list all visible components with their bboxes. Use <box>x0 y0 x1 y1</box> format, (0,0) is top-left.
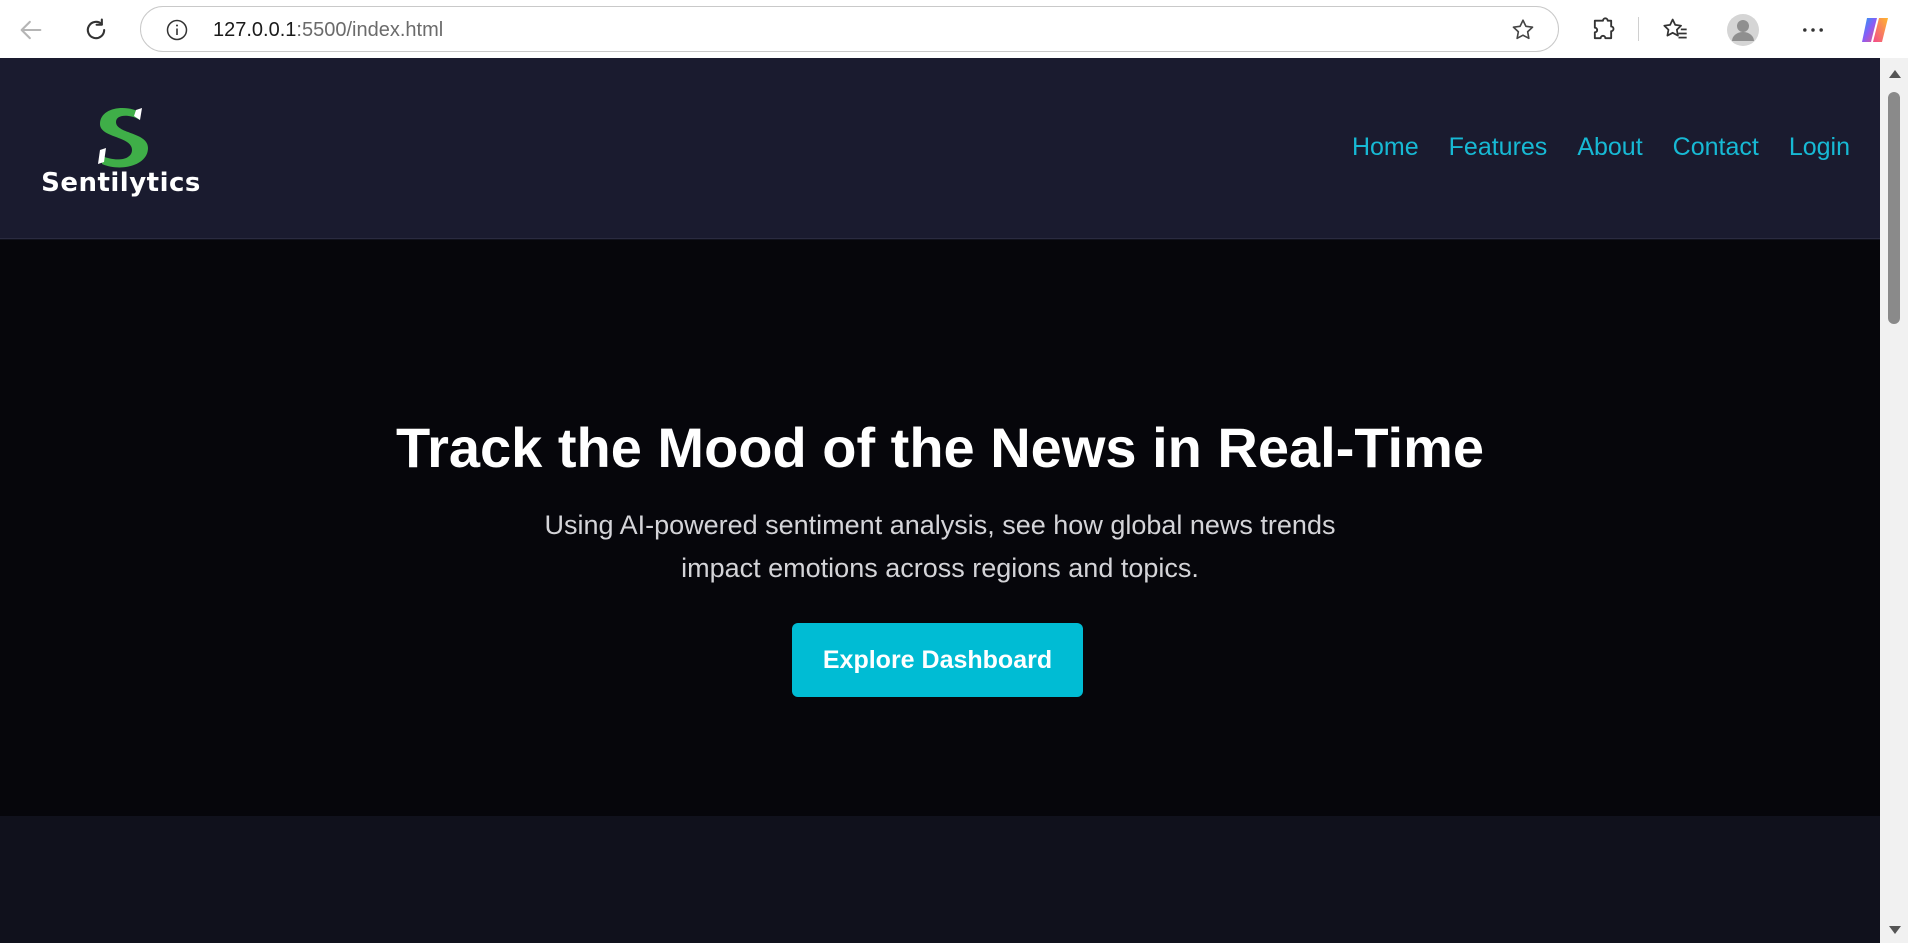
hero-title: Track the Mood of the News in Real-Time <box>395 416 1485 479</box>
logo-text: Sentilytics <box>41 168 201 198</box>
nav-features[interactable]: Features <box>1449 133 1548 162</box>
refresh-button[interactable] <box>77 11 115 49</box>
favorites-button[interactable] <box>1657 12 1693 48</box>
browser-toolbar: 127.0.0.1:5500/index.html <box>0 0 1908 58</box>
back-icon <box>20 20 42 40</box>
star-icon[interactable] <box>1510 17 1536 43</box>
copilot-icon <box>1862 18 1888 42</box>
next-section <box>0 816 1880 943</box>
profile-icon <box>1727 14 1759 46</box>
nav-home[interactable]: Home <box>1352 133 1419 162</box>
site-logo[interactable]: Sentilytics <box>36 106 206 206</box>
main-nav: Home Features About Contact Login <box>1352 133 1850 162</box>
scroll-up-arrow-icon[interactable] <box>1889 70 1901 78</box>
hero-subtitle-line2: impact emotions across regions and topic… <box>681 553 1199 583</box>
url-host: 127.0.0.1 <box>213 19 297 41</box>
page-scrollbar[interactable] <box>1880 58 1908 943</box>
nav-login[interactable]: Login <box>1789 133 1850 162</box>
favorites-icon <box>1663 18 1687 39</box>
toolbar-divider <box>1638 17 1639 41</box>
logo-s-mark <box>98 108 148 168</box>
page-viewport: Sentilytics Home Features About Contact … <box>0 58 1880 943</box>
back-button[interactable] <box>12 11 50 49</box>
nav-about[interactable]: About <box>1577 133 1642 162</box>
copilot-button[interactable] <box>1857 12 1893 48</box>
scroll-down-arrow-icon[interactable] <box>1889 926 1901 934</box>
hero-subtitle: Using AI-powered sentiment analysis, see… <box>490 504 1390 590</box>
nav-contact[interactable]: Contact <box>1673 133 1759 162</box>
url-path: :5500/index.html <box>296 19 444 41</box>
hero-subtitle-line1: Using AI-powered sentiment analysis, see… <box>544 510 1336 540</box>
address-bar[interactable]: 127.0.0.1:5500/index.html <box>140 6 1559 52</box>
explore-dashboard-button[interactable]: Explore Dashboard <box>792 623 1083 697</box>
more-icon <box>1803 28 1823 32</box>
profile-button[interactable] <box>1725 12 1761 48</box>
info-icon[interactable] <box>165 18 189 42</box>
extensions-button[interactable] <box>1585 12 1621 48</box>
more-button[interactable] <box>1795 12 1831 48</box>
site-header: Sentilytics Home Features About Contact … <box>0 58 1880 239</box>
scroll-thumb[interactable] <box>1888 92 1900 324</box>
extensions-icon <box>1593 17 1615 40</box>
hero-section: Track the Mood of the News in Real-Time … <box>0 240 1880 816</box>
url-text[interactable]: 127.0.0.1:5500/index.html <box>213 19 443 42</box>
refresh-icon <box>86 18 106 40</box>
